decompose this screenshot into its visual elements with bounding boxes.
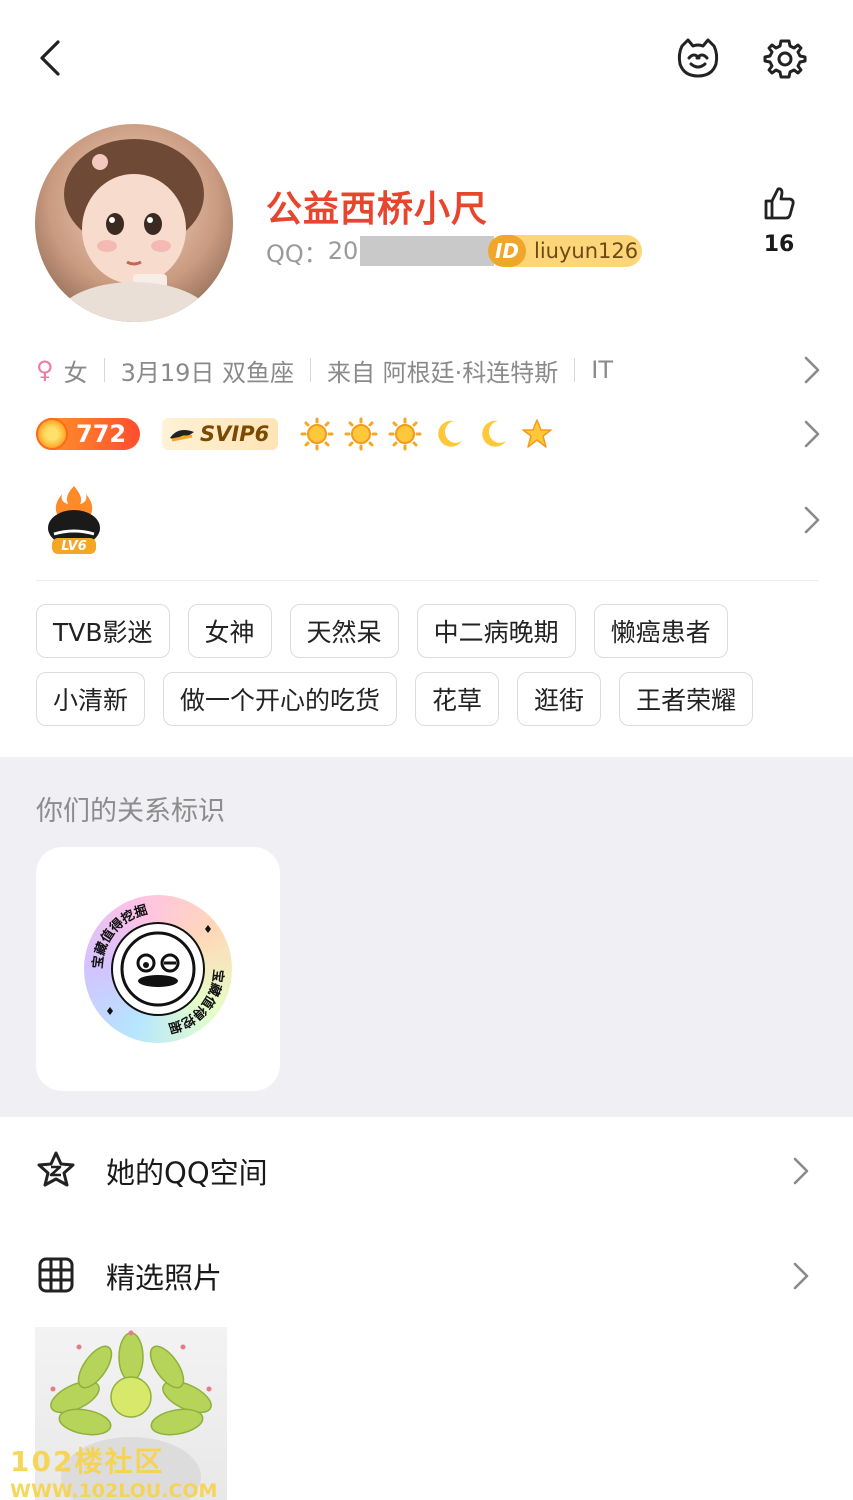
watermark: 102楼社区 WWW.102LOU.COM [10,1440,250,1500]
coin-icon [36,418,68,450]
avatar[interactable] [35,124,233,322]
qid-handle: liuyun126 [534,239,639,263]
svip-crown-icon [170,430,194,442]
qzone-label: 她的QQ空间 [106,1156,268,1190]
qid-badge[interactable]: ID liuyun126 [488,235,642,267]
like-count: 16 [763,232,795,257]
tag[interactable]: 女神 [187,604,272,658]
gender-text: 女 [63,358,88,387]
relation-section: 你们的关系标识 宝藏值得挖掘 宝藏值得挖掘 [0,757,853,1117]
basic-info-row[interactable]: ♀ 女 3月19日 双鱼座 来自 阿根廷·科连特斯 IT [36,350,820,390]
tag-row: 小清新 做一个开心的吃货 花草 逛街 王者荣耀 [36,672,816,726]
chevron-right-icon [793,1157,809,1185]
pet-button[interactable] [674,36,722,80]
lv6-badge-icon: LV6 [48,486,100,554]
top-bar [0,0,853,120]
lv6-badge-text: LV6 [61,539,87,554]
sun-icon [388,417,422,451]
thumbs-up-icon [764,187,795,220]
qzone-entry[interactable]: 她的QQ空间 [0,1120,853,1220]
chevron-right-icon [804,506,820,534]
divider [36,580,818,581]
relation-title: 你们的关系标识 [36,796,225,827]
nickname: 公益西桥小尺 [266,189,489,230]
svip-label: SVIP6 [200,422,270,446]
birthday-text: 3月19日 双鱼座 [120,358,295,387]
moon-icon [482,420,506,447]
relation-badge-ring: 宝藏值得挖掘 宝藏值得挖掘 [90,902,227,1036]
separator [574,358,576,382]
back-arrow-icon [40,40,60,76]
tag[interactable]: 小清新 [36,672,146,726]
occupation-text: IT [591,356,614,384]
photos-entry[interactable]: 精选照片 [0,1225,853,1325]
qq-number: 20 [327,237,359,265]
photos-label: 精选照片 [106,1261,223,1295]
separator [310,358,312,382]
grid-icon [38,1257,74,1293]
id-icon: ID [488,235,526,267]
avatar-image [54,139,214,322]
like-button[interactable] [752,185,806,225]
svip-badge: SVIP6 [162,418,278,450]
settings-button[interactable] [763,37,807,81]
watermark-line1: 102楼社区 [10,1445,165,1478]
tag-row: TVB影迷 女神 天然呆 中二病晚期 懒癌患者 [36,604,816,658]
fire-value: 772 [76,420,127,448]
tag[interactable]: 王者荣耀 [619,672,754,726]
female-icon: ♀ [36,356,54,384]
chevron-right-icon [804,420,820,448]
tag[interactable]: TVB影迷 [36,604,170,658]
chevron-right-icon [793,1262,809,1290]
star-icon [37,1151,75,1187]
qq-number-row: QQ： 20 [266,234,495,268]
interest-tags: TVB影迷 女神 天然呆 中二病晚期 懒癌患者 小清新 做一个开心的吃货 花草 … [36,604,816,740]
pet-face-icon [677,38,719,78]
tag[interactable]: 做一个开心的吃货 [163,672,398,726]
tag[interactable]: 逛街 [517,672,602,726]
separator [103,358,105,382]
sun-icon [344,417,378,451]
game-level-row[interactable]: LV6 [36,480,820,560]
level-row[interactable]: 772 SVIP6 [36,412,820,456]
qq-level-icons [300,417,564,451]
qq-number-mask [360,236,495,266]
fire-value-badge: 772 [36,418,140,450]
tag[interactable]: 中二病晚期 [416,604,576,658]
gear-icon [763,39,807,79]
relation-badge-card[interactable]: 宝藏值得挖掘 宝藏值得挖掘 [36,847,280,1091]
watermark-line2: WWW.102LOU.COM [10,1480,218,1500]
location-text: 来自 阿根廷·科连特斯 [327,358,559,387]
qq-label: QQ： [266,239,328,268]
tag[interactable]: 天然呆 [289,604,399,658]
relation-badge: 宝藏值得挖掘 宝藏值得挖掘 [84,895,232,1043]
moon-icon [438,420,462,447]
star-icon [522,419,552,448]
chevron-right-icon [804,356,820,384]
back-button[interactable] [34,36,68,80]
tag[interactable]: 花草 [415,672,500,726]
tag[interactable]: 懒癌患者 [593,604,728,658]
sun-icon [300,417,334,451]
